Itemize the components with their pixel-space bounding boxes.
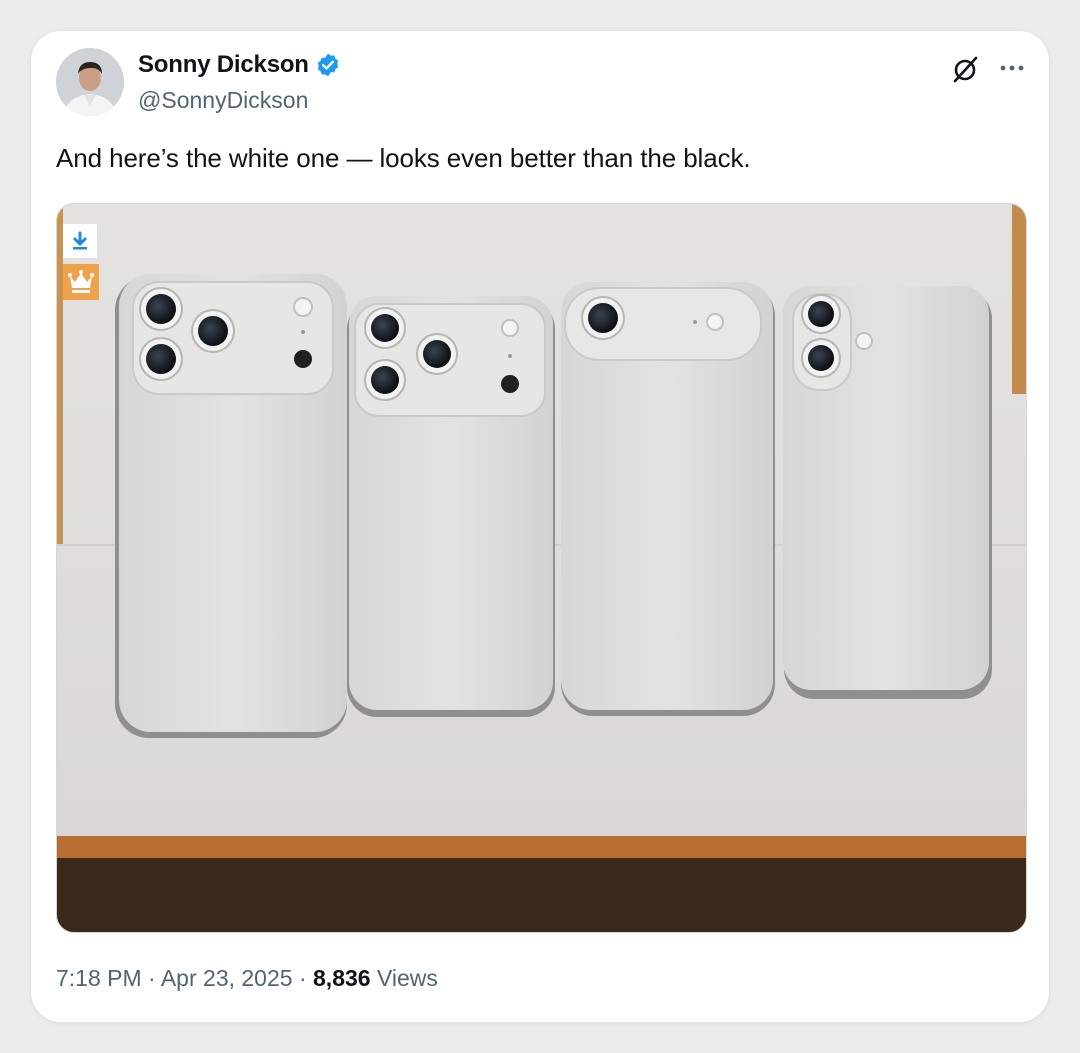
phones-photo-image bbox=[57, 204, 1026, 932]
grok-slash-circle-icon[interactable] bbox=[949, 53, 981, 85]
tweet-meta: 7:18 PM · Apr 23, 2025 · 8,836 Views bbox=[56, 965, 438, 992]
author-handle[interactable]: @SonnyDickson bbox=[138, 87, 308, 114]
tweet-date[interactable]: Apr 23, 2025 bbox=[161, 965, 293, 991]
download-icon[interactable] bbox=[63, 224, 97, 258]
verified-badge-icon bbox=[315, 52, 341, 78]
author-name-row[interactable]: Sonny Dickson bbox=[138, 51, 341, 79]
author-name[interactable]: Sonny Dickson bbox=[138, 51, 309, 79]
meta-separator: · bbox=[148, 965, 156, 991]
tweet-card: Sonny Dickson @SonnyDickson And here’s t… bbox=[31, 31, 1049, 1022]
more-horizontal-icon[interactable] bbox=[997, 55, 1027, 81]
views-label: Views bbox=[376, 965, 438, 991]
tweet-photo[interactable] bbox=[56, 203, 1027, 933]
tweet-time[interactable]: 7:18 PM bbox=[56, 965, 142, 991]
crown-vip-icon[interactable] bbox=[63, 264, 99, 300]
tweet-text: And here’s the white one — looks even be… bbox=[56, 143, 751, 173]
meta-separator: · bbox=[298, 965, 307, 991]
avatar[interactable] bbox=[56, 48, 124, 116]
views-count: 8,836 bbox=[313, 965, 371, 991]
